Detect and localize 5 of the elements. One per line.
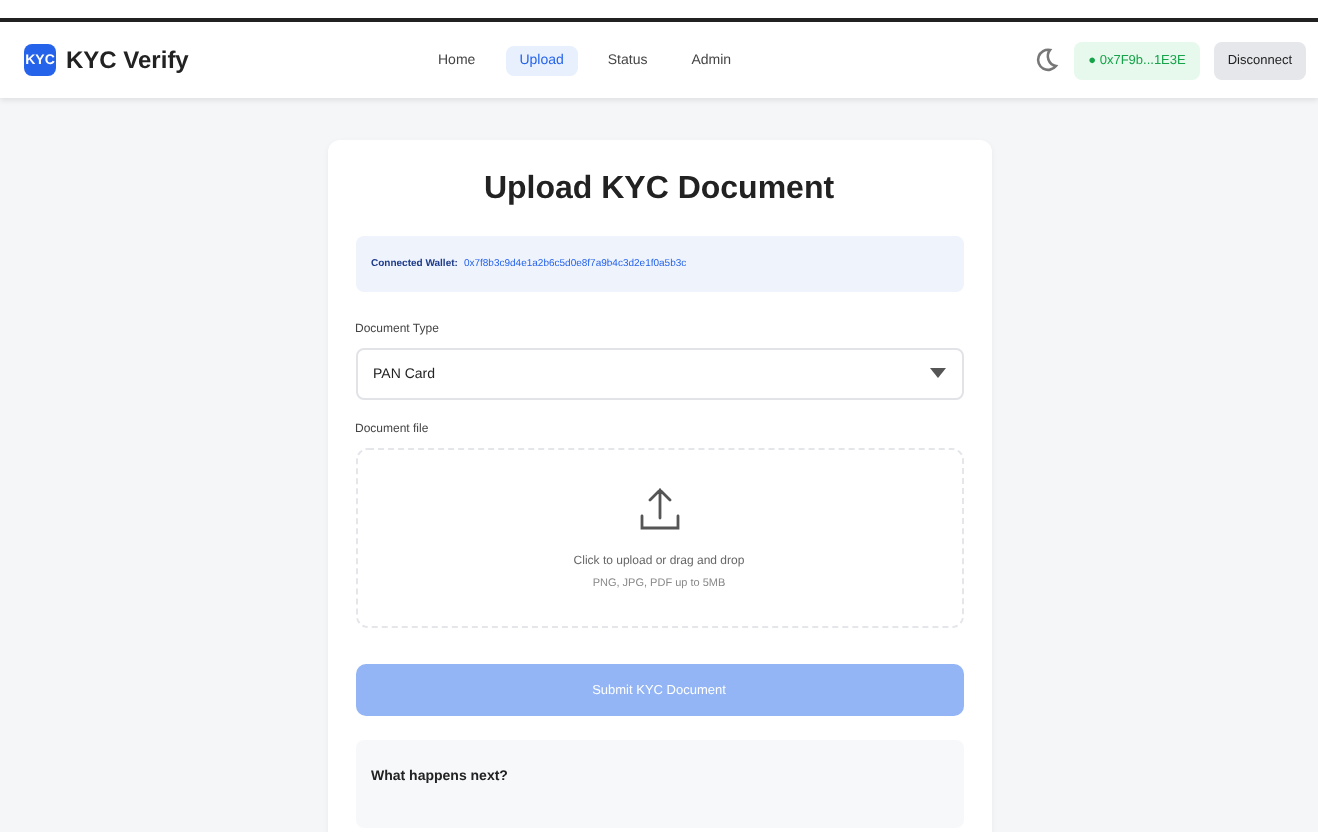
card-title: Upload KYC Document [481, 172, 837, 208]
upload-icon [637, 486, 681, 534]
theme-toggle-icon[interactable] [1032, 46, 1061, 74]
brand-name: KYC Verify [66, 46, 189, 74]
caret-icon [929, 368, 945, 380]
